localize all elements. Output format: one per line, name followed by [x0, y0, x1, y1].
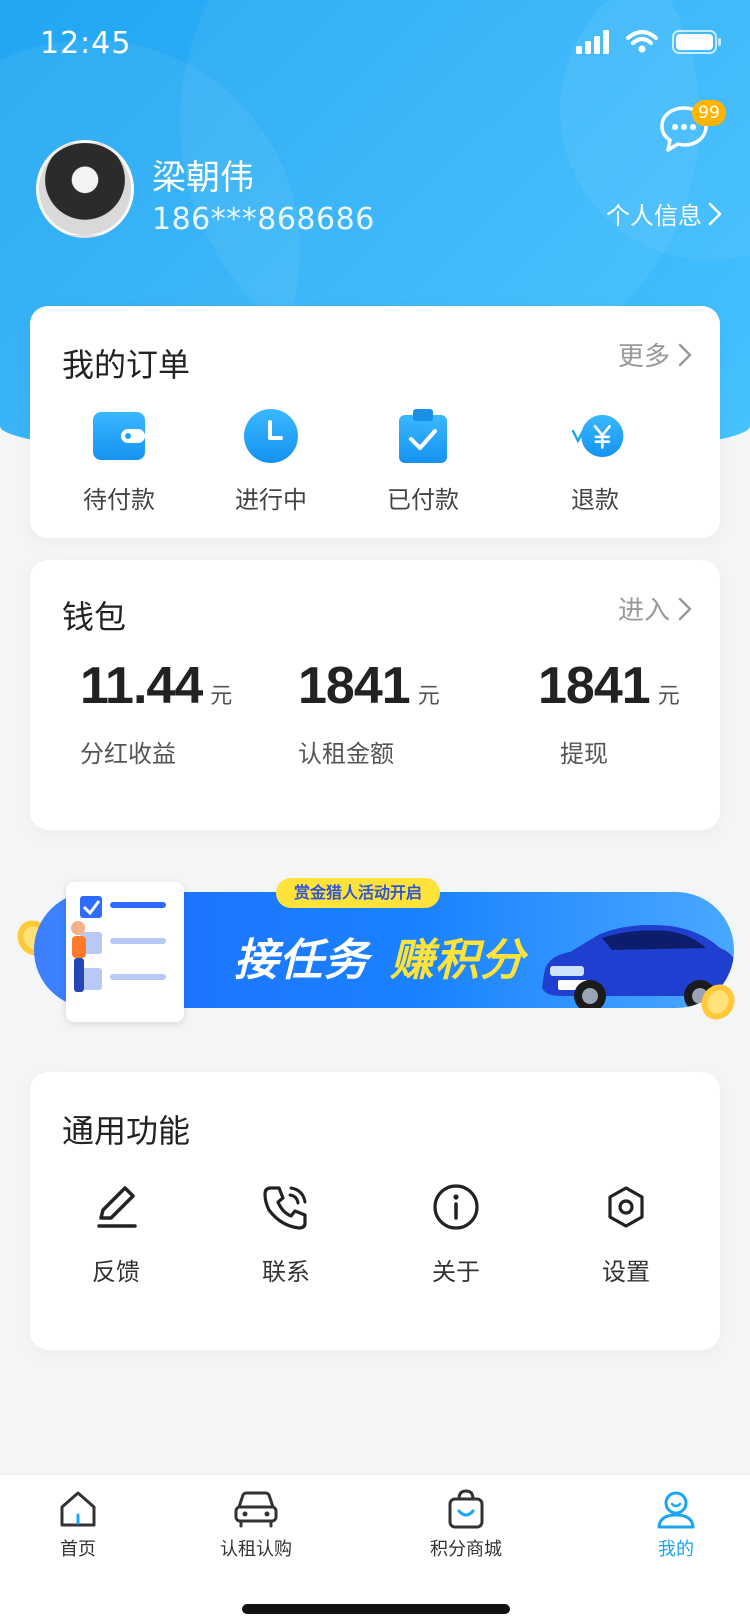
order-paid[interactable]: 已付款	[358, 406, 488, 515]
wallet-icon	[93, 412, 145, 460]
chevron-right-icon	[708, 202, 722, 225]
order-pending-payment[interactable]: 待付款	[54, 406, 184, 515]
tab-label: 积分商城	[430, 1539, 502, 1560]
car-icon	[234, 1491, 278, 1528]
order-item-label: 已付款	[387, 486, 459, 514]
about-button[interactable]: 关于	[396, 1182, 516, 1287]
phone-icon	[263, 1186, 307, 1230]
profile-link-label: 个人信息	[606, 202, 702, 230]
clock-icon	[244, 409, 298, 463]
contact-button[interactable]: 联系	[226, 1182, 346, 1287]
status-bar: 12:45	[0, 0, 750, 88]
user-name: 梁朝伟	[152, 158, 254, 198]
user-phone: 186***868686	[152, 202, 375, 237]
wallet-title: 钱包	[62, 598, 127, 636]
wallet-rent-amount[interactable]: 1841 元 认租金额	[298, 656, 440, 769]
tab-label: 我的	[658, 1539, 694, 1560]
wallet-withdraw[interactable]: 1841 元 提现	[538, 656, 680, 769]
wallet-enter-label: 进入	[617, 596, 670, 626]
signal-icon	[576, 30, 609, 54]
wifi-icon	[626, 30, 658, 53]
orders-card: 我的订单 更多 待付款 进行中 已付款 退款	[30, 306, 720, 538]
promo-banner[interactable]: 接任务 赚积分 赏金猎人活动开启	[14, 878, 736, 1026]
home-indicator[interactable]	[242, 1604, 510, 1614]
wallet-dividend-value: 11.44	[80, 657, 203, 715]
wallet-rent-label: 认租金额	[298, 740, 394, 768]
wallet-unit: 元	[210, 684, 233, 709]
order-item-label: 退款	[571, 486, 619, 514]
order-item-label: 待付款	[83, 486, 155, 514]
wallet-card: 钱包 进入 11.44 元 分红收益 1841 元 认租金额 1841 元 提现	[30, 560, 720, 830]
status-icons	[576, 30, 722, 54]
wallet-withdraw-value: 1841	[538, 657, 651, 715]
settings-button[interactable]: 设置	[566, 1182, 686, 1287]
function-label: 关于	[432, 1258, 480, 1286]
functions-card: 通用功能 反馈 联系 关于 设置	[30, 1072, 720, 1350]
message-badge: 99	[692, 100, 726, 126]
shopping-bag-icon	[448, 1489, 484, 1529]
orders-title: 我的订单	[62, 346, 191, 384]
tab-label: 认租认购	[220, 1539, 292, 1560]
clipboard-check-icon	[399, 409, 447, 463]
tab-rent-subscribe[interactable]: 认租认购	[186, 1489, 326, 1561]
wallet-dividend[interactable]: 11.44 元 分红收益	[80, 656, 232, 769]
avatar[interactable]	[36, 140, 134, 238]
orders-more-label: 更多	[617, 342, 670, 372]
battery-icon	[672, 30, 721, 54]
home-icon	[60, 1491, 96, 1527]
message-button[interactable]: 99	[658, 100, 726, 160]
tab-home[interactable]: 首页	[8, 1489, 148, 1561]
info-icon	[433, 1184, 479, 1230]
orders-more-link[interactable]: 更多	[618, 336, 692, 373]
tab-points-mall[interactable]: 积分商城	[396, 1489, 536, 1561]
tab-mine[interactable]: 我的	[606, 1489, 746, 1561]
banner-tag: 赏金猎人活动开启	[276, 878, 441, 908]
order-in-progress[interactable]: 进行中	[206, 406, 336, 515]
order-refund[interactable]: 退款	[530, 406, 660, 515]
banner-text-highlight: 赚积分	[390, 935, 525, 986]
status-time: 12:45	[40, 26, 132, 61]
wallet-rent-value: 1841	[298, 657, 411, 715]
wallet-unit: 元	[657, 684, 680, 709]
wallet-dividend-label: 分红收益	[80, 740, 176, 768]
tab-label: 首页	[60, 1539, 96, 1560]
user-icon	[657, 1491, 695, 1529]
function-label: 反馈	[92, 1258, 140, 1286]
order-item-label: 进行中	[235, 486, 307, 514]
refund-yen-icon	[571, 414, 624, 458]
coin-icon	[701, 984, 735, 1020]
wallet-enter-link[interactable]: 进入	[618, 590, 692, 627]
wallet-unit: 元	[417, 684, 440, 709]
functions-title: 通用功能	[62, 1112, 191, 1150]
feedback-button[interactable]: 反馈	[56, 1182, 176, 1287]
chevron-right-icon	[678, 343, 692, 366]
settings-icon	[608, 1186, 644, 1228]
profile-link[interactable]: 个人信息	[606, 196, 722, 231]
function-label: 设置	[602, 1258, 650, 1286]
chevron-right-icon	[678, 597, 692, 620]
task-checklist-illustration	[66, 882, 184, 1022]
function-label: 联系	[262, 1258, 310, 1286]
wallet-withdraw-label: 提现	[560, 740, 608, 768]
banner-text-primary: 接任务	[234, 935, 369, 986]
edit-icon	[97, 1186, 137, 1228]
tab-bar: 首页 认租认购 积分商城 我的	[0, 1474, 750, 1624]
